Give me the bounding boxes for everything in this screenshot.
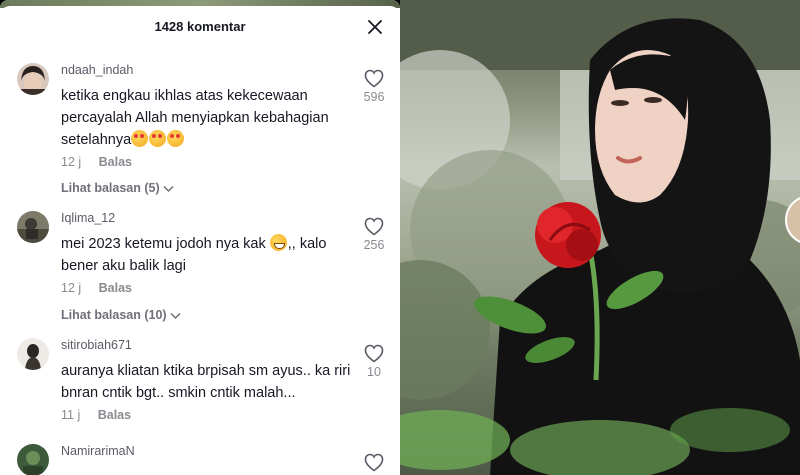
like-control: 596 [362,69,386,104]
comment-time: 12 j [61,155,82,169]
avatar[interactable] [17,338,49,370]
chevron-down-icon [163,185,174,192]
heart-icon[interactable] [364,344,384,363]
like-control: 256 [362,217,386,252]
like-control [362,453,386,472]
reply-button[interactable]: Balas [98,408,131,422]
comments-panel: 1428 komentar ndaah_indah ketika engkau … [0,0,400,475]
reply-button[interactable]: Balas [99,281,132,295]
comment-text: mei 2023 ketemu jodoh nya kak ,, kalo be… [61,234,327,274]
avatar[interactable] [17,63,49,95]
video-frame [400,0,800,475]
view-replies-button[interactable]: Lihat balasan (10) [61,308,181,322]
comment-username[interactable]: sitirobiah671 [61,338,132,352]
smiling-face-with-hearts-icon [149,130,167,147]
comment-username[interactable]: Iqlima_12 [61,211,115,225]
comments-header: 1428 komentar [0,6,400,46]
comment-text: auranya kliatan ktika brpisah sm ayus.. … [61,363,351,401]
comment-username[interactable]: NamirarimaN [61,444,135,458]
chevron-down-icon [170,312,181,319]
comment-meta: 12 j Balas [61,155,132,169]
comment-time: 12 j [61,281,82,295]
smiling-face-with-hearts-icon [131,130,149,147]
like-control: 10 [362,344,386,379]
video-player[interactable] [400,0,800,475]
comment-text: ketika engkau ikhlas atas kekecewaan per… [61,88,329,148]
heart-icon[interactable] [364,217,384,236]
close-icon[interactable] [366,18,384,36]
smiling-face-with-hearts-icon [167,130,185,147]
like-count: 596 [363,90,385,104]
heart-icon[interactable] [364,69,384,88]
avatar[interactable] [17,211,49,243]
view-replies-button[interactable]: Lihat balasan (5) [61,181,174,195]
grinning-face-icon [269,234,287,251]
comments-count-title: 1428 komentar [154,18,246,34]
like-count: 256 [363,238,385,252]
comment-username[interactable]: ndaah_indah [61,63,133,77]
reply-button[interactable]: Balas [99,155,132,169]
heart-icon[interactable] [364,453,384,472]
like-count: 10 [367,365,381,379]
avatar[interactable] [17,444,49,475]
comment-meta: 12 j Balas [61,281,132,295]
comment-time: 11 j [61,408,81,422]
comment-meta: 11 j Balas [61,408,131,422]
